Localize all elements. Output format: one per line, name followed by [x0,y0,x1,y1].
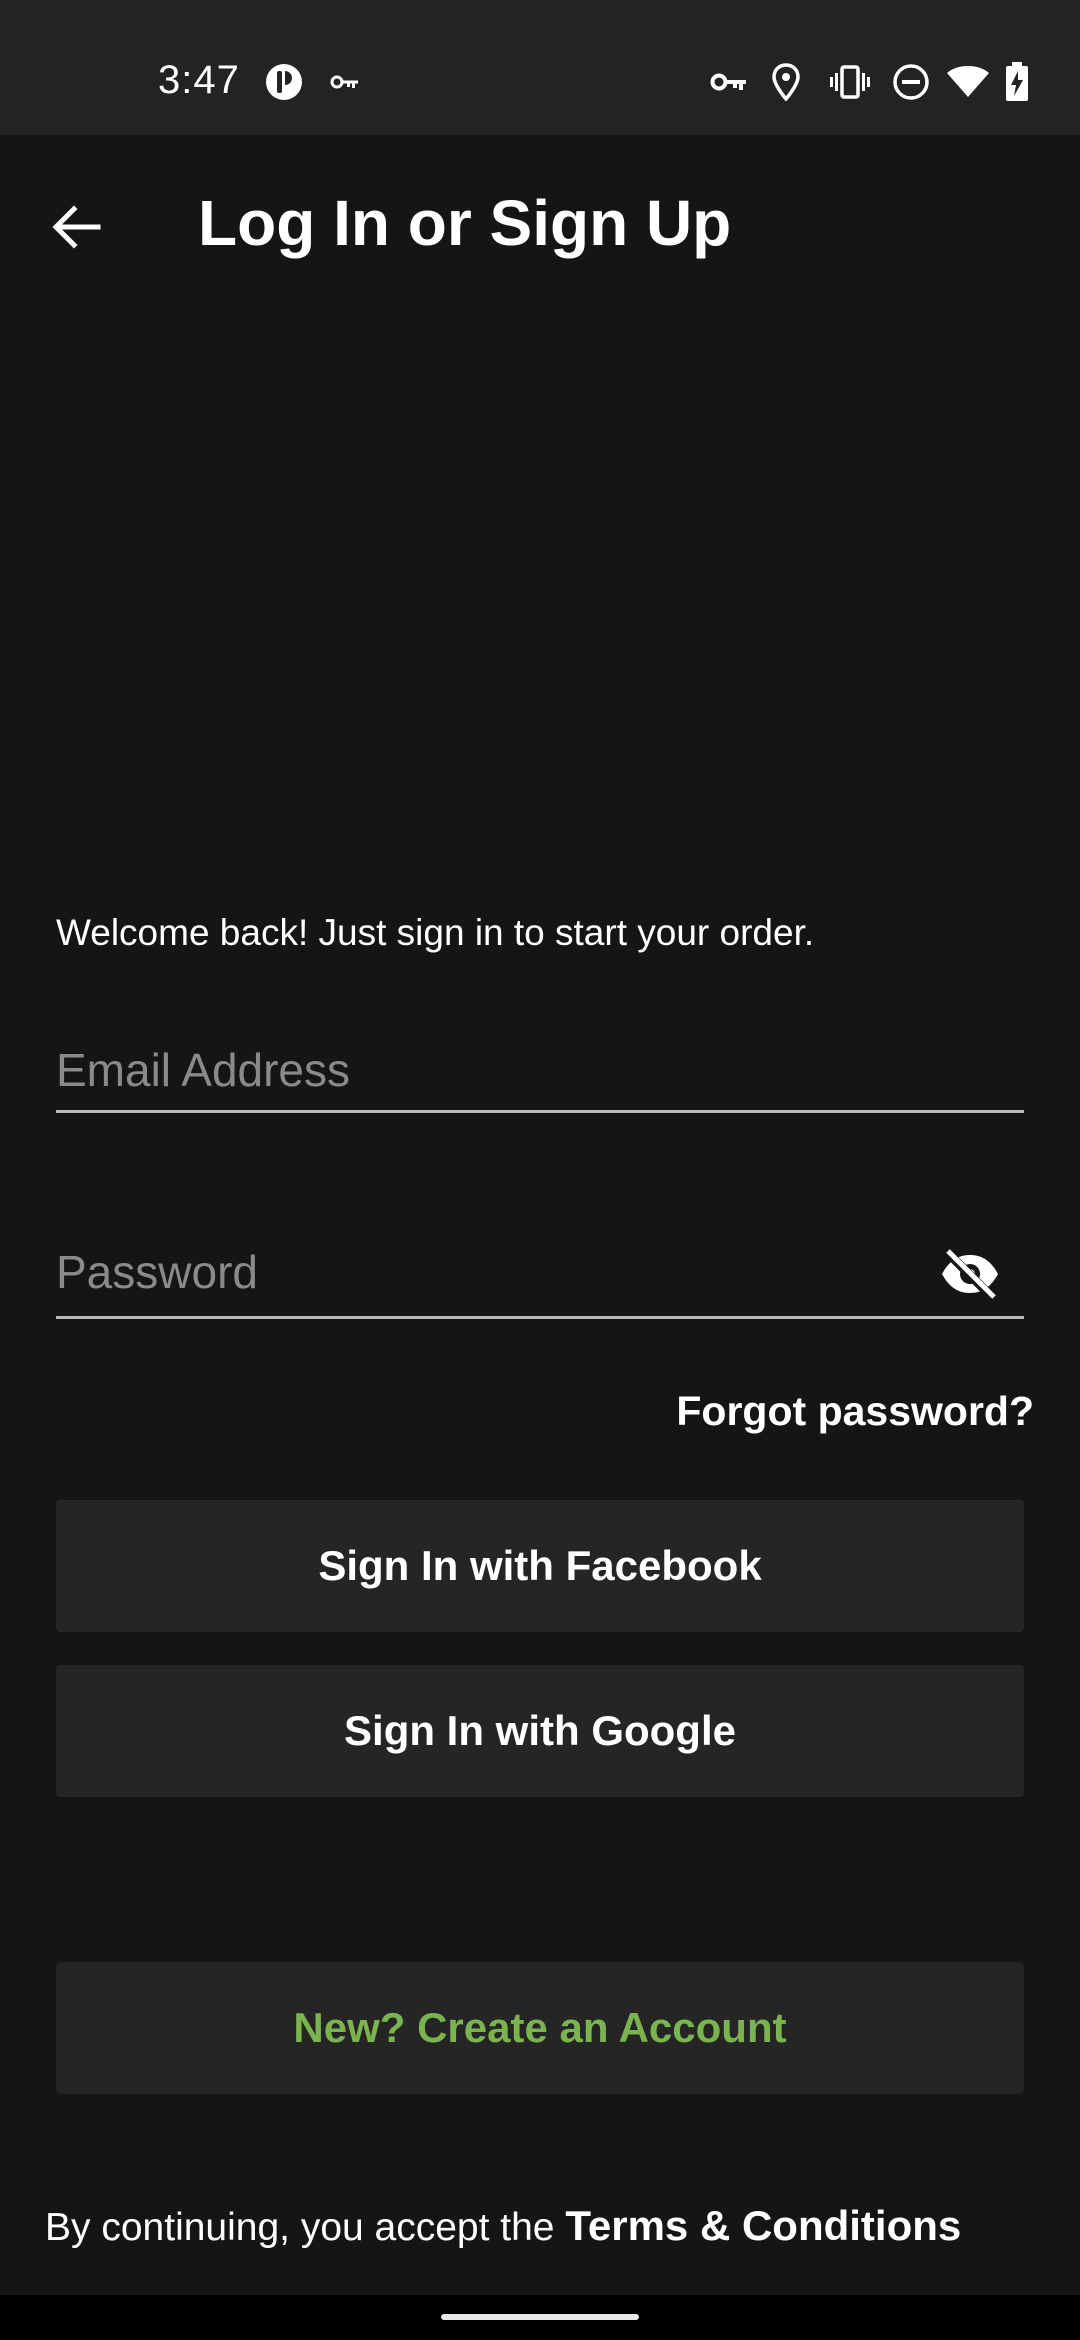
email-field[interactable] [56,1030,1024,1113]
status-time: 3:47 [158,58,240,102]
google-sign-in-label: Sign In with Google [344,1707,736,1754]
vpn-key-icon [330,60,360,104]
forgot-password-link[interactable]: Forgot password? [676,1388,1034,1435]
password-visibility-toggle[interactable] [938,1246,1002,1302]
login-screen: 3:47 Log In or Sign Up Welcome back! Jus… [0,0,1080,2340]
terms-link[interactable]: Terms & Conditions [565,2202,961,2249]
back-button[interactable] [40,190,114,264]
status-bar: 3:47 [0,0,1080,135]
facebook-sign-in-label: Sign In with Facebook [318,1542,762,1589]
google-sign-in-button[interactable]: Sign In with Google [56,1665,1024,1797]
location-icon [772,60,800,104]
password-input[interactable] [56,1232,916,1312]
create-account-label: New? Create an Account [293,2004,787,2051]
navigation-bar [0,2295,1080,2340]
password-field[interactable] [56,1232,1024,1319]
vibrate-icon [830,60,870,104]
notification-app-icon [264,60,304,104]
home-indicator[interactable] [441,2314,639,2320]
wifi-icon [946,60,990,104]
arrow-back-icon [52,205,101,249]
email-input[interactable] [56,1030,916,1110]
terms-notice: By continuing, you accept the Terms & Co… [45,2202,961,2250]
facebook-sign-in-button[interactable]: Sign In with Facebook [56,1500,1024,1632]
do-not-disturb-icon [892,60,930,104]
eye-off-icon [942,1249,998,1300]
create-account-button[interactable]: New? Create an Account [56,1962,1024,2094]
terms-prefix: By continuing, you accept the [45,2206,566,2249]
battery-charging-icon [1004,60,1030,104]
welcome-message: Welcome back! Just sign in to start your… [56,912,815,953]
key-icon [710,60,748,104]
page-title: Log In or Sign Up [198,187,732,259]
